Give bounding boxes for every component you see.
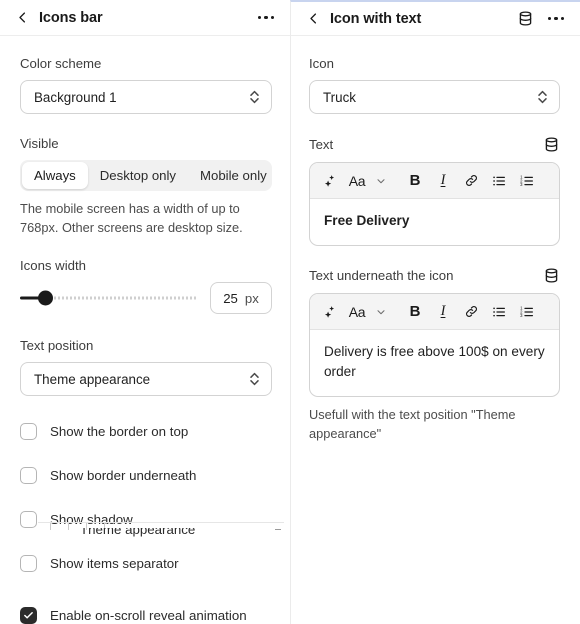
color-scheme-value: Background 1 [34,89,117,105]
text-position-field: Text position Theme appearance [20,338,272,397]
bulleted-list-icon[interactable] [486,299,512,325]
checkbox-box[interactable] [20,510,37,528]
checkbox-box[interactable] [20,554,37,572]
segment-always[interactable]: Always [22,162,88,189]
checkbox-label: Show items separator [50,555,179,571]
checkbox-show-items-separator[interactable]: Show items separator [20,553,272,573]
icons-bar-panel: Icons bar Color scheme Background 1 Visi… [0,0,290,624]
checkbox-label: Show shadow [50,511,133,527]
visible-segmented-control: Always Desktop only Mobile only [20,160,272,191]
checkbox-box[interactable] [20,466,37,484]
color-scheme-label: Color scheme [20,56,102,71]
segment-mobile-only[interactable]: Mobile only [188,162,279,189]
sparkle-ai-icon[interactable] [318,299,344,325]
icon-with-text-panel: Icon with text Icon Truck Text Aa B I 1 … [290,0,580,624]
text-editor-content[interactable]: Free Delivery [310,199,559,245]
numbered-list-icon[interactable]: 1 2 3 [514,168,540,194]
icons-width-row: 25 px [20,282,272,315]
icon-select[interactable]: Truck [309,80,560,114]
link-icon[interactable] [458,168,484,194]
text-field: Text Aa B I 1 2 3 Free Delivery [309,136,560,247]
icon-field: Icon Truck [309,56,560,114]
editor-toolbar: Aa B I 1 2 3 [310,163,559,199]
italic-icon[interactable]: I [430,168,456,194]
text-underneath-rich-editor: Aa B I 1 2 3 Delivery is free above 100$… [309,293,560,398]
database-icon[interactable] [516,10,534,28]
icons-width-value: 25 [223,290,238,306]
checkbox-show-border-top[interactable]: Show the border on top [20,421,272,441]
icon-value: Truck [323,89,356,105]
font-size-aa-icon[interactable]: Aa [346,168,368,194]
ellipsis-icon[interactable] [546,10,566,28]
slider-thumb[interactable] [38,290,53,306]
page-title: Icons bar [39,9,103,26]
database-icon[interactable] [543,136,560,153]
checkbox-label: Show border underneath [50,467,197,483]
link-icon[interactable] [458,299,484,325]
icons-width-slider[interactable] [20,287,198,309]
chevron-updown-icon [248,370,261,388]
icon-label: Icon [309,56,334,71]
chevron-updown-icon [536,88,549,106]
checkbox-show-border-underneath[interactable]: Show border underneath [20,465,272,485]
visible-label: Visible [20,136,59,151]
text-underneath-field: Text underneath the icon Aa B I 1 2 3 De… [309,267,560,443]
database-icon[interactable] [543,267,560,284]
chevron-down-icon[interactable] [370,299,392,325]
left-panel-body: Color scheme Background 1 Visible Always [0,36,290,624]
visible-field: Visible Always Desktop only Mobile only … [20,136,272,237]
text-underneath-editor-value: Delivery is free above 100$ on every ord… [324,344,545,380]
right-panel-header: Icon with text [291,2,580,36]
visible-help-text: The mobile screen has a width of up to 7… [20,201,243,235]
icons-width-label: Icons width [20,258,86,274]
checkbox-show-shadow[interactable]: Show shadow [20,509,272,529]
segment-desktop-only[interactable]: Desktop only [88,162,188,189]
text-position-label: Text position [20,338,94,354]
sparkle-ai-icon[interactable] [318,168,344,194]
checkbox-group: Show the border on top Show border under… [20,421,272,624]
slider-track-remaining [50,296,198,300]
text-rich-editor: Aa B I 1 2 3 Free Delivery [309,162,560,247]
checkbox-box[interactable] [20,606,37,624]
text-editor-value: Free Delivery [324,213,410,228]
left-panel-header: Icons bar [0,0,290,36]
chevron-down-icon[interactable] [370,168,392,194]
svg-text:3: 3 [520,313,523,318]
bulleted-list-icon[interactable] [486,168,512,194]
right-panel-body: Icon Truck Text Aa B I 1 2 3 Free Delive… [291,36,580,443]
svg-text:3: 3 [520,182,523,187]
editor-toolbar: Aa B I 1 2 3 [310,294,559,331]
page-title: Icon with text [330,10,422,27]
settings-panels-root: Icons bar Color scheme Background 1 Visi… [0,0,580,624]
text-underneath-editor-content[interactable]: Delivery is free above 100$ on every ord… [310,330,559,396]
color-scheme-select[interactable]: Background 1 [20,80,272,114]
checkbox-box[interactable] [20,422,37,440]
icons-width-field: Icons width 25 px [20,258,272,315]
text-underneath-help-text: Usefull with the text position "Theme ap… [309,407,516,441]
checkbox-enable-onscroll-reveal[interactable]: Enable on-scroll reveal animation [20,605,272,624]
color-scheme-field: Color scheme Background 1 [20,56,272,114]
text-underneath-label: Text underneath the icon [309,268,454,284]
checkbox-label: Enable on-scroll reveal animation [50,607,247,623]
text-position-value: Theme appearance [34,371,151,387]
text-underneath-label-row: Text underneath the icon [309,267,560,284]
font-size-aa-icon[interactable]: Aa [346,299,368,325]
chevron-updown-icon [248,88,261,106]
icons-width-input[interactable]: 25 px [210,282,272,315]
numbered-list-icon[interactable]: 1 2 3 [514,299,540,325]
back-icon[interactable] [305,11,321,27]
back-icon[interactable] [14,10,30,26]
text-label: Text [309,137,334,152]
checkbox-label: Show the border on top [50,423,189,439]
text-label-row: Text [309,136,560,153]
ellipsis-icon[interactable] [256,9,276,27]
text-position-select[interactable]: Theme appearance [20,362,272,397]
bold-icon[interactable]: B [402,299,428,325]
icons-width-unit: px [244,290,259,306]
bold-icon[interactable]: B [402,168,428,194]
italic-icon[interactable]: I [430,299,456,325]
